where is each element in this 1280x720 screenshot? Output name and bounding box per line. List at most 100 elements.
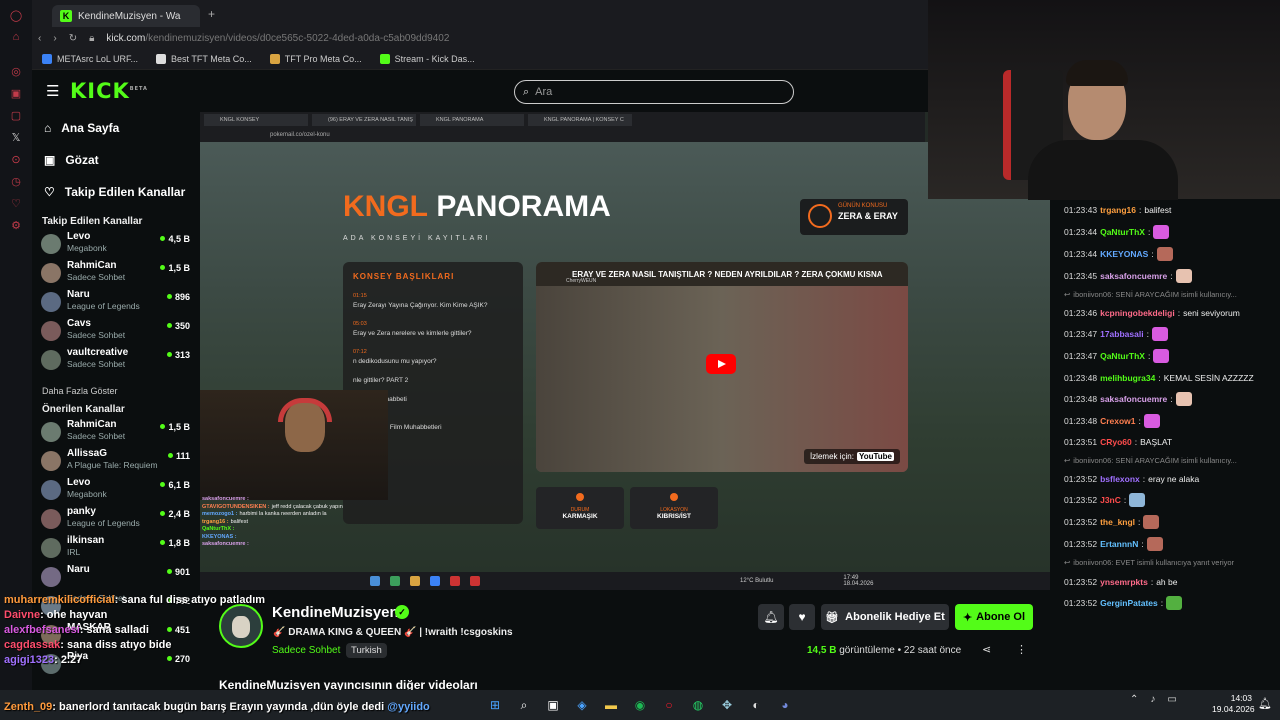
video-player[interactable]: KNGL KONSEY (96) ERAY VE ZERA NASIL TANI… (200, 112, 1050, 590)
chat-username: QaNturThX : (202, 526, 235, 532)
channel-game: Sadece Sohbet (67, 359, 126, 369)
heart-icon[interactable]: ♡ (0, 192, 32, 214)
channel-item[interactable]: Levo Megabonk 6,1 B (32, 477, 198, 506)
subscribe-button[interactable]: ✦ Abone Ol (955, 604, 1033, 630)
channel-item[interactable]: Levo Megabonk 4,5 B (32, 231, 198, 260)
taskbar-clock[interactable]: 14:03 19.04.2026 (1212, 693, 1255, 715)
category-link[interactable]: Sadece Sohbet (272, 645, 340, 656)
nav-browse[interactable]: ▣ Gözat (32, 144, 198, 176)
chat-username[interactable]: ErtannnN (1100, 538, 1138, 550)
active-tab[interactable]: K KendineMuzisyen - Wa (52, 5, 200, 27)
language-tag[interactable]: Turkish (346, 643, 387, 658)
inner-chat-line: saksafoncuemre : (202, 541, 392, 549)
channel-item[interactable]: vaultcreative Sadece Sohbet 313 (32, 347, 198, 376)
chat-username[interactable]: melihbugra34 (1100, 372, 1155, 384)
follow-button[interactable]: ♥ (789, 604, 815, 630)
discord-icon[interactable]: ◕ (774, 694, 796, 716)
chat-username[interactable]: ynsemrpkts (1100, 576, 1148, 588)
chat-username[interactable]: GerginPatates (1100, 597, 1158, 609)
chat-username[interactable]: CRyo60 (1100, 436, 1132, 448)
share-icon[interactable]: ⋖ (982, 643, 991, 656)
heart-icon: ♡ (44, 185, 55, 199)
chat-username[interactable]: QaNturThX (1100, 226, 1145, 238)
recommended-section-title: Önerilen Kanallar (42, 404, 125, 415)
forward-icon[interactable]: › (53, 33, 56, 44)
inner-tab: KNGL KONSEY (204, 114, 308, 126)
settings-icon[interactable]: ⚙ (0, 214, 32, 236)
show-more-link[interactable]: Daha Fazla Göster (32, 386, 198, 396)
back-icon[interactable]: ‹ (38, 33, 41, 44)
network-app-icon[interactable]: ✥ (716, 694, 738, 716)
reload-icon[interactable]: ↻ (69, 33, 77, 44)
whatsapp-icon[interactable]: ◍ (687, 694, 709, 716)
headphones (278, 398, 332, 422)
overlay-text: : ohe hayvan (40, 609, 108, 621)
channel-item[interactable]: Cavs Sadece Sohbet 350 (32, 318, 198, 347)
x-icon[interactable]: 𝕏 (0, 126, 32, 148)
notification-bell-button[interactable]: 🔔︎ (758, 604, 784, 630)
chat-username[interactable]: the_kngl (1100, 516, 1135, 528)
home-icon[interactable]: ⌂ (0, 26, 32, 48)
chat-timestamp: 01:23:52 (1064, 576, 1098, 587)
bookmark-item[interactable]: METAsrc LoL URF... (42, 53, 138, 64)
speed-dial-icon[interactable]: ◎ (0, 60, 32, 82)
reply-text: iboniivon06: EVET isimli kullanıcıya yan… (1073, 558, 1235, 568)
microphone-icon[interactable]: ♪ (1150, 694, 1155, 705)
bookmark-item[interactable]: TFT Pro Meta Co... (269, 53, 362, 64)
chat-username[interactable]: kcpningobekdeligi (1100, 307, 1175, 319)
youtube-channel: CherryWEUN (566, 278, 597, 284)
chat-username[interactable]: bsflexonx (1100, 473, 1140, 485)
channel-item[interactable]: Naru 901 (32, 564, 198, 593)
nav-following[interactable]: ♡ Takip Edilen Kanallar (32, 176, 198, 208)
notification-icon[interactable]: 🔔︎ (1258, 697, 1272, 710)
channel-item[interactable]: AllissaG A Plague Tale: Requiem 111 (32, 448, 198, 477)
messenger-icon[interactable]: ▣ (0, 82, 32, 104)
chat-username[interactable]: QaNturThX (1100, 350, 1145, 362)
chat-username[interactable]: J3nC (1100, 494, 1121, 506)
opera-logo-icon[interactable]: ◯ (0, 4, 32, 26)
opera-icon[interactable]: ○ (658, 694, 680, 716)
windows-start-icon[interactable]: ⊞ (484, 694, 506, 716)
more-options-icon[interactable]: ⋮ (1016, 643, 1027, 656)
channel-game: IRL (67, 547, 81, 557)
channel-name[interactable]: KendineMuzisyen (272, 604, 399, 621)
url-field[interactable]: kick.com/kendinemuzisyen/videos/d0ce565c… (106, 33, 449, 44)
search-input[interactable]: ⌕ Ara (514, 80, 794, 104)
chat-text: balifest (230, 518, 249, 525)
spotify-icon[interactable]: ◉ (629, 694, 651, 716)
chat-username[interactable]: saksafoncuemre (1100, 393, 1167, 405)
channel-item[interactable]: Naru League of Legends 896 (32, 289, 198, 318)
topic-text: nle gittiler? PART 2 (353, 377, 409, 384)
chat-username[interactable]: KKEYONAS (1100, 248, 1148, 260)
watch-on-youtube: İzlemek için: YouTube (803, 449, 900, 464)
channel-avatar (41, 451, 61, 471)
history-icon[interactable]: ◷ (0, 170, 32, 192)
chat-username[interactable]: Crexow1 (1100, 415, 1135, 427)
overlay-username: agigi1323 (4, 654, 55, 666)
search-icon[interactable]: ⌕ (513, 694, 535, 716)
inner-tab-bar: KNGL KONSEY (96) ERAY VE ZERA NASIL TANI… (200, 112, 925, 128)
store-icon[interactable]: ◈ (571, 694, 593, 716)
bookmark-item[interactable]: Best TFT Meta Co... (156, 53, 252, 64)
obs-icon[interactable]: ◐ (745, 694, 767, 716)
kick-logo[interactable]: KICKBETA (70, 79, 148, 103)
gift-sub-button[interactable]: 🎁︎ Abonelik Hediye Et (821, 604, 949, 630)
chat-username[interactable]: trgang16 (1100, 204, 1136, 216)
new-tab-icon[interactable]: + (208, 7, 215, 21)
channel-item[interactable]: ilkinsan IRL 1,8 B (32, 535, 198, 564)
menu-icon[interactable]: ☰ (46, 82, 59, 100)
channel-item[interactable]: RahmiCan Sadece Sohbet 1,5 B (32, 419, 198, 448)
network-icon[interactable]: ▭ (1167, 694, 1176, 705)
instagram-icon[interactable]: ▢ (0, 104, 32, 126)
chat-colon: : (1150, 576, 1154, 587)
bookmark-item[interactable]: Stream - Kick Das... (379, 53, 475, 64)
chevron-up-icon[interactable]: ⌃ (1130, 694, 1138, 705)
nav-home[interactable]: ⌂ Ana Sayfa (32, 112, 198, 144)
chat-username[interactable]: saksafoncuemre (1100, 270, 1167, 282)
channel-item[interactable]: RahmiCan Sadece Sohbet 1,5 B (32, 260, 198, 289)
channel-item[interactable]: panky League of Legends 2,4 B (32, 506, 198, 535)
file-explorer-icon[interactable]: ▬ (600, 694, 622, 716)
task-view-icon[interactable]: ▣ (542, 694, 564, 716)
chat-username[interactable]: 17abbasali (1100, 328, 1143, 340)
player-icon[interactable]: ⊙ (0, 148, 32, 170)
